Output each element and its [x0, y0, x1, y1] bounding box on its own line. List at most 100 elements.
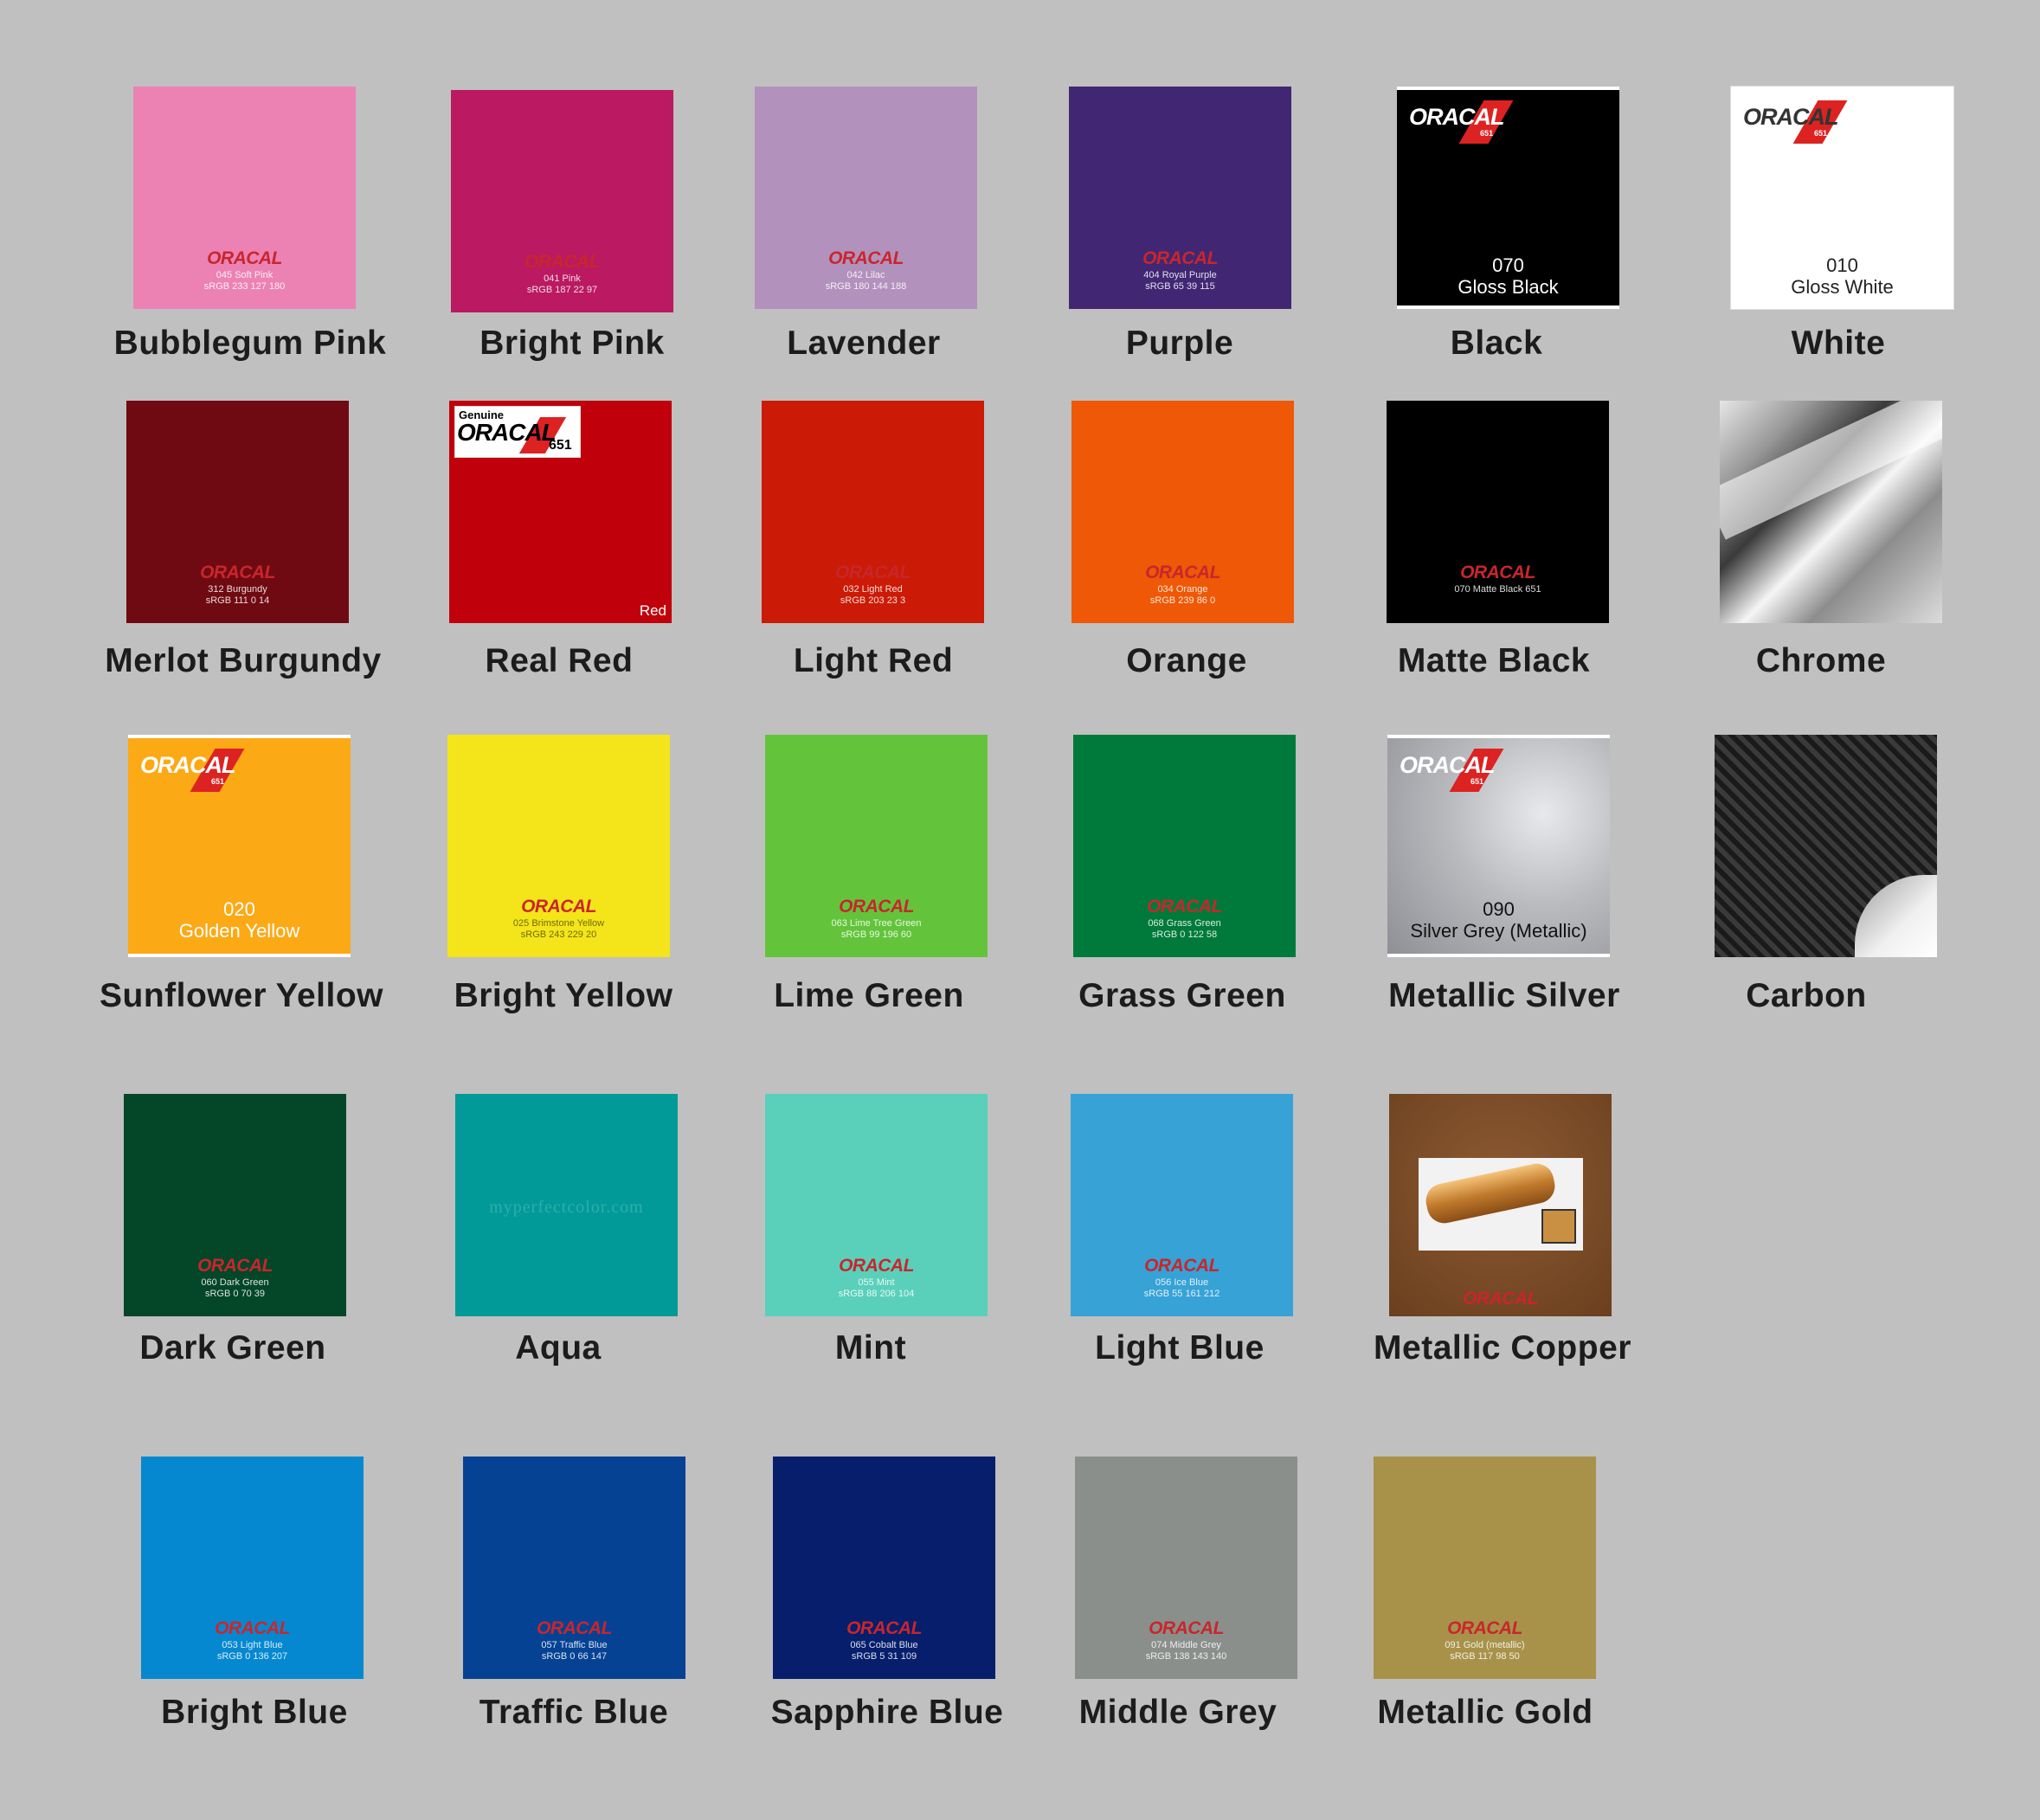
swatch-code-name: 404 Royal Purple — [1143, 270, 1217, 280]
color-swatch[interactable]: ORACAL 070 Matte Black 651 — [1387, 401, 1609, 623]
oracal-brand-mark: ORACAL — [828, 248, 904, 268]
swatch-code-rgb: sRGB 0 122 58 — [1151, 929, 1218, 940]
oracal-651-logo: ORACAL 651 — [1743, 100, 1848, 145]
swatch-code-rgb: sRGB 65 39 115 — [1145, 281, 1215, 292]
color-swatch[interactable]: ORACAL 651 010 Gloss White — [1730, 86, 1954, 310]
color-swatch[interactable]: ORACAL 091 Gold (metallic) sRGB 117 98 50 — [1374, 1457, 1596, 1679]
color-swatch[interactable]: ORACAL 068 Grass Green sRGB 0 122 58 — [1073, 735, 1296, 957]
color-swatch[interactable]: ORACAL 651 090 Silver Grey (Metallic) — [1387, 735, 1610, 957]
swatch-title: Dark Green — [139, 1329, 326, 1367]
swatch-code-rgb: sRGB 55 161 212 — [1143, 1289, 1220, 1299]
swatch-code-name: 065 Cobalt Blue — [850, 1640, 918, 1650]
logo-product-number: 651 — [211, 777, 225, 786]
swatch-code-number: 070 — [1492, 254, 1524, 276]
swatch-code-name: 060 Dark Green — [201, 1277, 269, 1288]
swatch-code-rgb: sRGB 5 31 109 — [851, 1651, 917, 1662]
swatch-code-rgb: sRGB 117 98 50 — [1450, 1651, 1520, 1662]
swatch-title: Grass Green — [1078, 977, 1286, 1014]
oracal-brand-mark: ORACAL — [1145, 563, 1220, 582]
swatch-title: Light Red — [793, 642, 954, 679]
swatch-code-name: Silver Grey (Metallic) — [1410, 920, 1587, 942]
swatch-code-rgb: sRGB 0 136 207 — [216, 1651, 288, 1662]
logo-product-number: 651 — [1470, 777, 1484, 786]
color-swatch[interactable]: ORACAL — [1389, 1094, 1612, 1316]
color-swatch[interactable]: ORACAL 056 Ice Blue sRGB 55 161 212 — [1071, 1094, 1293, 1316]
swatch-code-rgb: sRGB 0 66 147 — [541, 1651, 608, 1662]
oracal-brand-mark: ORACAL — [839, 1256, 914, 1276]
swatch-title: Merlot Burgundy — [105, 642, 382, 679]
logo-product-number: 651 — [549, 438, 572, 453]
swatch-code-rgb: sRGB 111 0 14 — [205, 595, 270, 606]
color-swatch[interactable]: ORACAL 053 Light Blue sRGB 0 136 207 — [141, 1457, 364, 1679]
color-swatch[interactable]: myperfectcolor.com — [455, 1094, 678, 1316]
swatch-title: Metallic Gold — [1377, 1694, 1593, 1731]
swatch-code-name: 055 Mint — [858, 1277, 895, 1288]
color-swatch[interactable]: ORACAL 651 070 Gloss Black — [1397, 87, 1619, 309]
color-swatch[interactable]: ORACAL 045 Soft Pink sRGB 233 127 180 — [133, 87, 356, 309]
color-swatch[interactable]: ORACAL 025 Brimstone Yellow sRGB 243 229 2… — [447, 735, 670, 957]
swatch-code-name: 053 Light Blue — [222, 1640, 283, 1650]
color-swatch[interactable]: ORACAL 063 Lime Tree Green sRGB 99 196 60 — [765, 735, 988, 957]
oracal-brand-mark: ORACAL — [835, 563, 911, 582]
swatch-code-rgb: sRGB 203 23 3 — [840, 595, 906, 606]
oracal-651-logo: ORACAL 651 — [140, 749, 245, 794]
swatch-code-name: 070 Matte Black 651 — [1454, 584, 1541, 595]
logo-brand-text: ORACAL — [1400, 752, 1495, 778]
color-swatch[interactable]: ORACAL 057 Traffic Blue sRGB 0 66 147 — [463, 1457, 685, 1679]
swatch-title: Sunflower Yellow — [99, 977, 384, 1014]
swatch-code-name: 057 Traffic Blue — [541, 1640, 608, 1650]
swatch-code-rgb: sRGB 180 144 188 — [825, 281, 907, 292]
color-swatch[interactable]: ORACAL 404 Royal Purple sRGB 65 39 115 — [1069, 87, 1291, 309]
swatch-code-name: 056 Ice Blue — [1155, 1277, 1209, 1288]
swatch-code-number: 020 — [223, 898, 255, 920]
color-swatch[interactable]: ORACAL 055 Mint sRGB 88 206 104 — [765, 1094, 988, 1316]
copper-roll-photo — [1419, 1158, 1583, 1251]
swatch-title: Purple — [1125, 325, 1234, 362]
swatch-title: Real Red — [485, 642, 634, 679]
swatch-code-name: 091 Gold (metallic) — [1445, 1640, 1525, 1650]
color-swatch[interactable]: ORACAL 032 Light Red sRGB 203 23 3 — [762, 401, 984, 623]
oracal-brand-mark: ORACAL — [197, 1256, 273, 1276]
color-swatch[interactable] — [1720, 401, 1942, 623]
color-name-label: Red — [639, 602, 666, 619]
swatch-title: Traffic Blue — [479, 1694, 669, 1731]
swatch-title: Metallic Copper — [1374, 1329, 1631, 1367]
color-swatch[interactable]: ORACAL 074 Middle Grey sRGB 138 143 140 — [1075, 1457, 1297, 1679]
genuine-oracal-logo: Genuine ORACAL 651 — [454, 406, 581, 458]
oracal-brand-mark: ORACAL — [846, 1618, 922, 1638]
oracal-brand-mark: ORACAL — [215, 1618, 290, 1638]
swatch-code-rgb: sRGB 138 143 140 — [1145, 1651, 1227, 1662]
copper-roll — [1422, 1160, 1559, 1227]
swatch-title: Lavender — [787, 325, 941, 362]
color-swatch[interactable]: ORACAL 651 020 Golden Yellow — [128, 735, 351, 957]
logo-brand-text: ORACAL — [457, 419, 557, 446]
swatch-title: Light Blue — [1095, 1329, 1265, 1367]
swatch-code-number: 010 — [1826, 254, 1858, 276]
swatch-code-name: Gloss Black — [1458, 276, 1559, 298]
swatch-code-name: 068 Grass Green — [1148, 918, 1221, 929]
color-swatch[interactable]: ORACAL 060 Dark Green sRGB 0 70 39 — [124, 1094, 346, 1316]
swatch-title: Matte Black — [1397, 642, 1591, 679]
swatch-title: Bubblegum Pink — [113, 325, 387, 362]
oracal-brand-mark: ORACAL — [524, 252, 600, 272]
swatch-title: White — [1791, 325, 1886, 362]
swatch-code-name: 063 Lime Tree Green — [831, 918, 922, 929]
color-swatch[interactable]: ORACAL 042 Lilac sRGB 180 144 188 — [755, 87, 977, 309]
oracal-brand-mark: ORACAL — [1447, 1618, 1522, 1638]
logo-product-number: 651 — [1814, 129, 1828, 138]
swatch-code-rgb: sRGB 233 127 180 — [203, 281, 286, 292]
swatch-code-rgb: sRGB 239 86 0 — [1149, 595, 1216, 606]
swatch-title: Aqua — [515, 1329, 602, 1367]
swatch-title: Carbon — [1746, 977, 1867, 1014]
color-swatch[interactable] — [1715, 735, 1937, 957]
swatch-title: Black — [1450, 325, 1543, 362]
logo-product-number: 651 — [1480, 129, 1494, 138]
color-swatch[interactable]: ORACAL 034 Orange sRGB 239 86 0 — [1071, 401, 1294, 623]
color-swatch[interactable]: ORACAL 041 Pink sRGB 187 22 97 — [451, 90, 673, 312]
logo-brand-text: ORACAL — [140, 752, 235, 778]
watermark-text: myperfectcolor.com — [489, 1198, 644, 1217]
color-swatch[interactable]: Genuine ORACAL 651 Red — [449, 401, 672, 623]
color-swatch[interactable]: ORACAL 065 Cobalt Blue sRGB 5 31 109 — [773, 1457, 995, 1679]
swatch-code-rgb: sRGB 187 22 97 — [526, 285, 598, 295]
color-swatch[interactable]: ORACAL 312 Burgundy sRGB 111 0 14 — [126, 401, 349, 623]
